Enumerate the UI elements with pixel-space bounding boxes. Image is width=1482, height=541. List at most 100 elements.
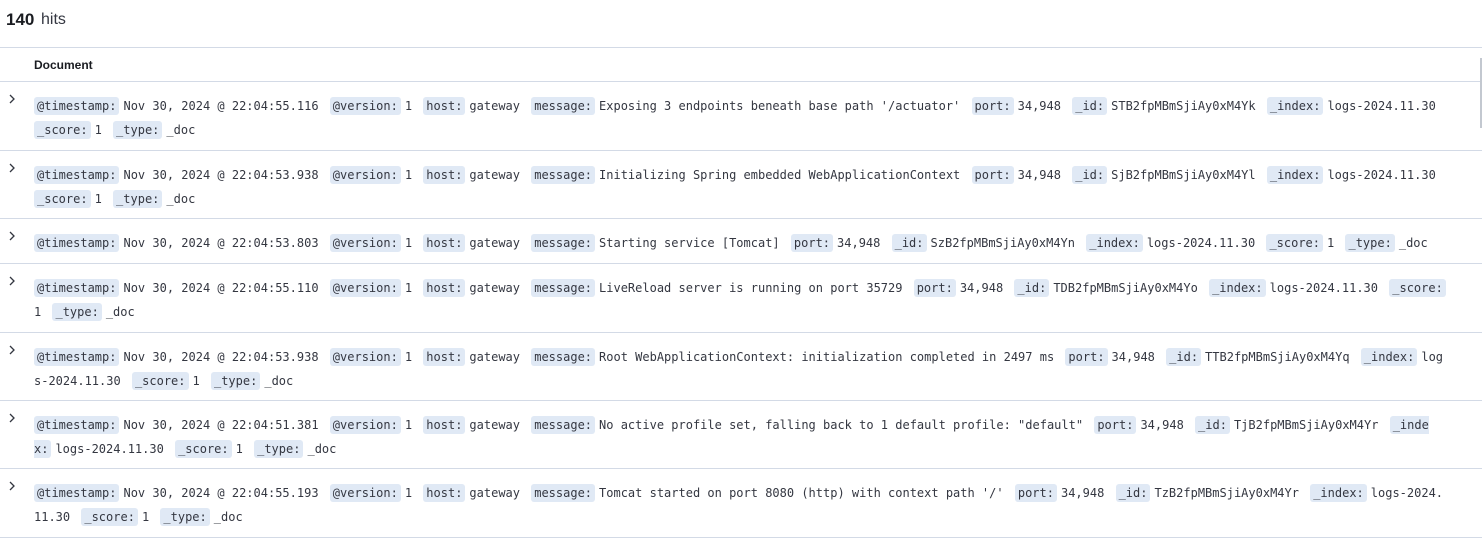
field-key: @version: (329, 484, 401, 502)
field-value: 1 (192, 374, 200, 388)
field-key: host: (423, 348, 466, 366)
field-key: _score: (34, 190, 91, 208)
hits-bar: 140 hits (0, 0, 1482, 48)
document-table: @timestamp: Nov 30, 2024 @ 22:04:55.116 @… (0, 82, 1482, 538)
table-row: @timestamp: Nov 30, 2024 @ 22:04:51.381 @… (0, 401, 1482, 469)
document-fields: @timestamp: Nov 30, 2024 @ 22:04:53.938 @… (34, 345, 1450, 393)
field-value: _doc (213, 510, 243, 524)
field-key: @timestamp: (34, 484, 120, 502)
field-key: _id: (1014, 279, 1050, 297)
field-value: gateway (469, 281, 520, 295)
field-key: message: (531, 234, 596, 252)
field-key: message: (531, 416, 596, 434)
field-key: _score: (175, 440, 232, 458)
chevron-right-icon[interactable] (8, 481, 18, 491)
chevron-right-icon[interactable] (8, 94, 18, 104)
table-row: @timestamp: Nov 30, 2024 @ 22:04:55.193 @… (0, 469, 1482, 538)
field-key: message: (531, 166, 596, 184)
field-key: _type: (254, 440, 304, 458)
field-value: SjB2fpMBmSjiAy0xM4Yl (1111, 168, 1256, 182)
field-key: _index: (1360, 348, 1418, 366)
field-value: Nov 30, 2024 @ 22:04:53.938 (123, 350, 319, 364)
field-key: host: (423, 279, 466, 297)
chevron-right-icon[interactable] (8, 163, 18, 173)
field-key: host: (423, 234, 466, 252)
document-fields: @timestamp: Nov 30, 2024 @ 22:04:55.110 @… (34, 276, 1450, 324)
field-value: TTB2fpMBmSjiAy0xM4Yq (1205, 350, 1350, 364)
field-value: 1 (404, 281, 413, 295)
field-value: _doc (105, 305, 135, 319)
field-key: message: (531, 279, 596, 297)
field-value: Initializing Spring embedded WebApplicat… (599, 168, 961, 182)
chevron-right-icon[interactable] (8, 345, 18, 355)
field-value: 1 (235, 442, 243, 456)
field-value: TjB2fpMBmSjiAy0xM4Yr (1233, 418, 1379, 432)
field-value: STB2fpMBmSjiAy0xM4Yk (1111, 99, 1256, 113)
field-key: host: (423, 416, 466, 434)
field-key: message: (531, 97, 596, 115)
field-value: _doc (307, 442, 337, 456)
field-key: _type: (160, 508, 210, 526)
field-value: logs-2024.11.30 (1327, 99, 1436, 113)
field-value: 1 (404, 168, 413, 182)
field-value: TzB2fpMBmSjiAy0xM4Yr (1154, 486, 1299, 500)
field-value: 34,948 (1060, 486, 1105, 500)
field-key: _type: (52, 303, 102, 321)
field-key: _type: (210, 372, 261, 390)
field-key: _id: (1072, 166, 1108, 184)
field-key: _score: (1266, 234, 1324, 252)
field-key: @version: (329, 279, 401, 297)
field-value: logs-2024.11.30 (1269, 281, 1379, 295)
field-key: _id: (1166, 348, 1202, 366)
column-header-document[interactable]: Document (34, 58, 93, 72)
field-value: 1 (404, 486, 413, 500)
field-key: host: (423, 166, 466, 184)
field-key: _score: (81, 508, 138, 526)
field-value: 1 (404, 99, 413, 113)
field-value: 34,948 (1111, 350, 1155, 364)
field-key: _index: (1266, 97, 1324, 115)
field-value: 1 (141, 510, 150, 524)
field-value: _doc (166, 123, 196, 137)
field-key: _id: (1195, 416, 1230, 434)
field-value: Exposing 3 endpoints beneath base path '… (599, 99, 961, 113)
chevron-right-icon[interactable] (8, 231, 18, 241)
field-key: @version: (329, 234, 401, 252)
field-value: gateway (469, 168, 520, 182)
field-value: logs-2024.11.30 (1327, 168, 1436, 182)
table-row: @timestamp: Nov 30, 2024 @ 22:04:53.938 @… (0, 333, 1482, 401)
field-value: Nov 30, 2024 @ 22:04:53.803 (123, 236, 319, 250)
document-fields: @timestamp: Nov 30, 2024 @ 22:04:51.381 @… (34, 413, 1450, 461)
field-key: host: (423, 97, 466, 115)
field-key: @timestamp: (34, 166, 120, 184)
field-key: _index: (1086, 234, 1143, 252)
field-value: _doc (1398, 236, 1428, 250)
chevron-right-icon[interactable] (8, 413, 18, 423)
field-key: @timestamp: (34, 97, 120, 115)
hits-label: hits (41, 11, 66, 28)
table-row: @timestamp: Nov 30, 2024 @ 22:04:55.116 @… (0, 82, 1482, 151)
field-value: Starting service [Tomcat] (599, 236, 780, 250)
field-key: _type: (1345, 234, 1395, 252)
document-fields: @timestamp: Nov 30, 2024 @ 22:04:53.938 @… (34, 163, 1450, 211)
field-value: 1 (1327, 236, 1335, 250)
field-value: logs-2024.11.30 (55, 442, 164, 456)
field-value: gateway (469, 350, 520, 364)
field-key: port: (1094, 416, 1137, 434)
field-value: Nov 30, 2024 @ 22:04:55.193 (123, 486, 319, 500)
field-key: port: (1014, 484, 1057, 502)
field-value: 34,948 (959, 281, 1004, 295)
chevron-right-icon[interactable] (8, 276, 18, 286)
field-value: 1 (404, 350, 413, 364)
field-value: Nov 30, 2024 @ 22:04:55.110 (123, 281, 319, 295)
field-key: _score: (34, 121, 91, 139)
table-row: @timestamp: Nov 30, 2024 @ 22:04:53.803 @… (0, 219, 1482, 264)
field-key: _score: (131, 372, 189, 390)
field-value: Root WebApplicationContext: initializati… (599, 350, 1055, 364)
field-key: _type: (113, 190, 163, 208)
field-key: port: (1065, 348, 1108, 366)
table-row: @timestamp: Nov 30, 2024 @ 22:04:53.938 @… (0, 151, 1482, 219)
field-value: 1 (34, 305, 42, 319)
field-value: logs-2024.11.30 (1146, 236, 1256, 250)
table-row: @timestamp: Nov 30, 2024 @ 22:04:55.110 @… (0, 264, 1482, 333)
